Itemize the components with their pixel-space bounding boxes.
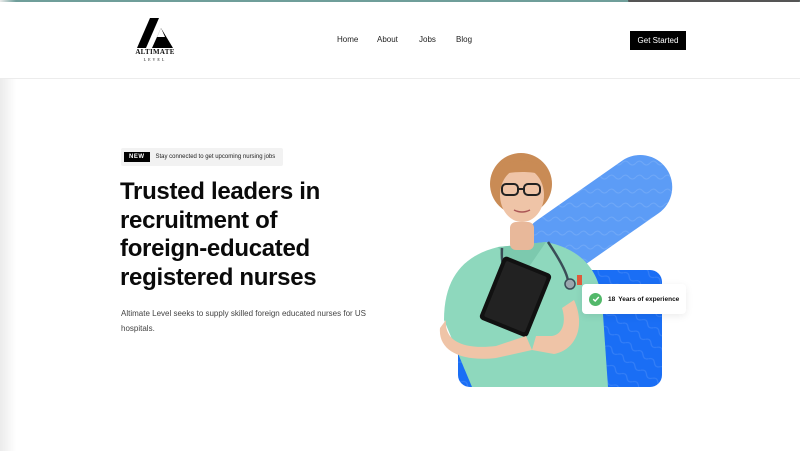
site-header: ALTIMATE LEVEL Home About Jobs Blog Get … [0, 2, 800, 79]
experience-label: Years of experience [618, 295, 680, 303]
experience-card: 18 Years of experience [582, 284, 686, 314]
headline-line: recruitment of [120, 206, 278, 234]
new-tag: NEW [124, 152, 150, 162]
headline-line: registered nurses [120, 263, 317, 291]
hero-description: Altimate Level seeks to supply skilled f… [121, 309, 367, 333]
hero-image [436, 150, 686, 390]
brand-sub: LEVEL [143, 57, 167, 62]
nurse-illustration [439, 153, 673, 387]
nav-home-link[interactable]: Home [337, 35, 358, 44]
get-started-button[interactable]: Get Started [630, 31, 686, 50]
nav-jobs-link[interactable]: Jobs [419, 35, 436, 44]
announcement-badge[interactable]: NEW Stay connected to get upcoming nursi… [121, 148, 284, 166]
nav-blog-link[interactable]: Blog [456, 35, 472, 44]
check-icon [589, 292, 602, 306]
experience-number: 18 [608, 295, 616, 303]
nav-about-link[interactable]: About [377, 35, 398, 44]
brand-logo[interactable]: ALTIMATE LEVEL [133, 18, 177, 64]
headline-line: foreign-educated [120, 235, 310, 262]
headline-line: Trusted leaders in [120, 178, 321, 205]
hero-headline: Trusted leaders in recruitment of foreig… [120, 178, 380, 292]
mountain-logo-icon [137, 18, 173, 48]
announcement-text: Stay connected to get upcoming nursing j… [155, 154, 276, 160]
brand-name: ALTIMATE [135, 48, 175, 56]
